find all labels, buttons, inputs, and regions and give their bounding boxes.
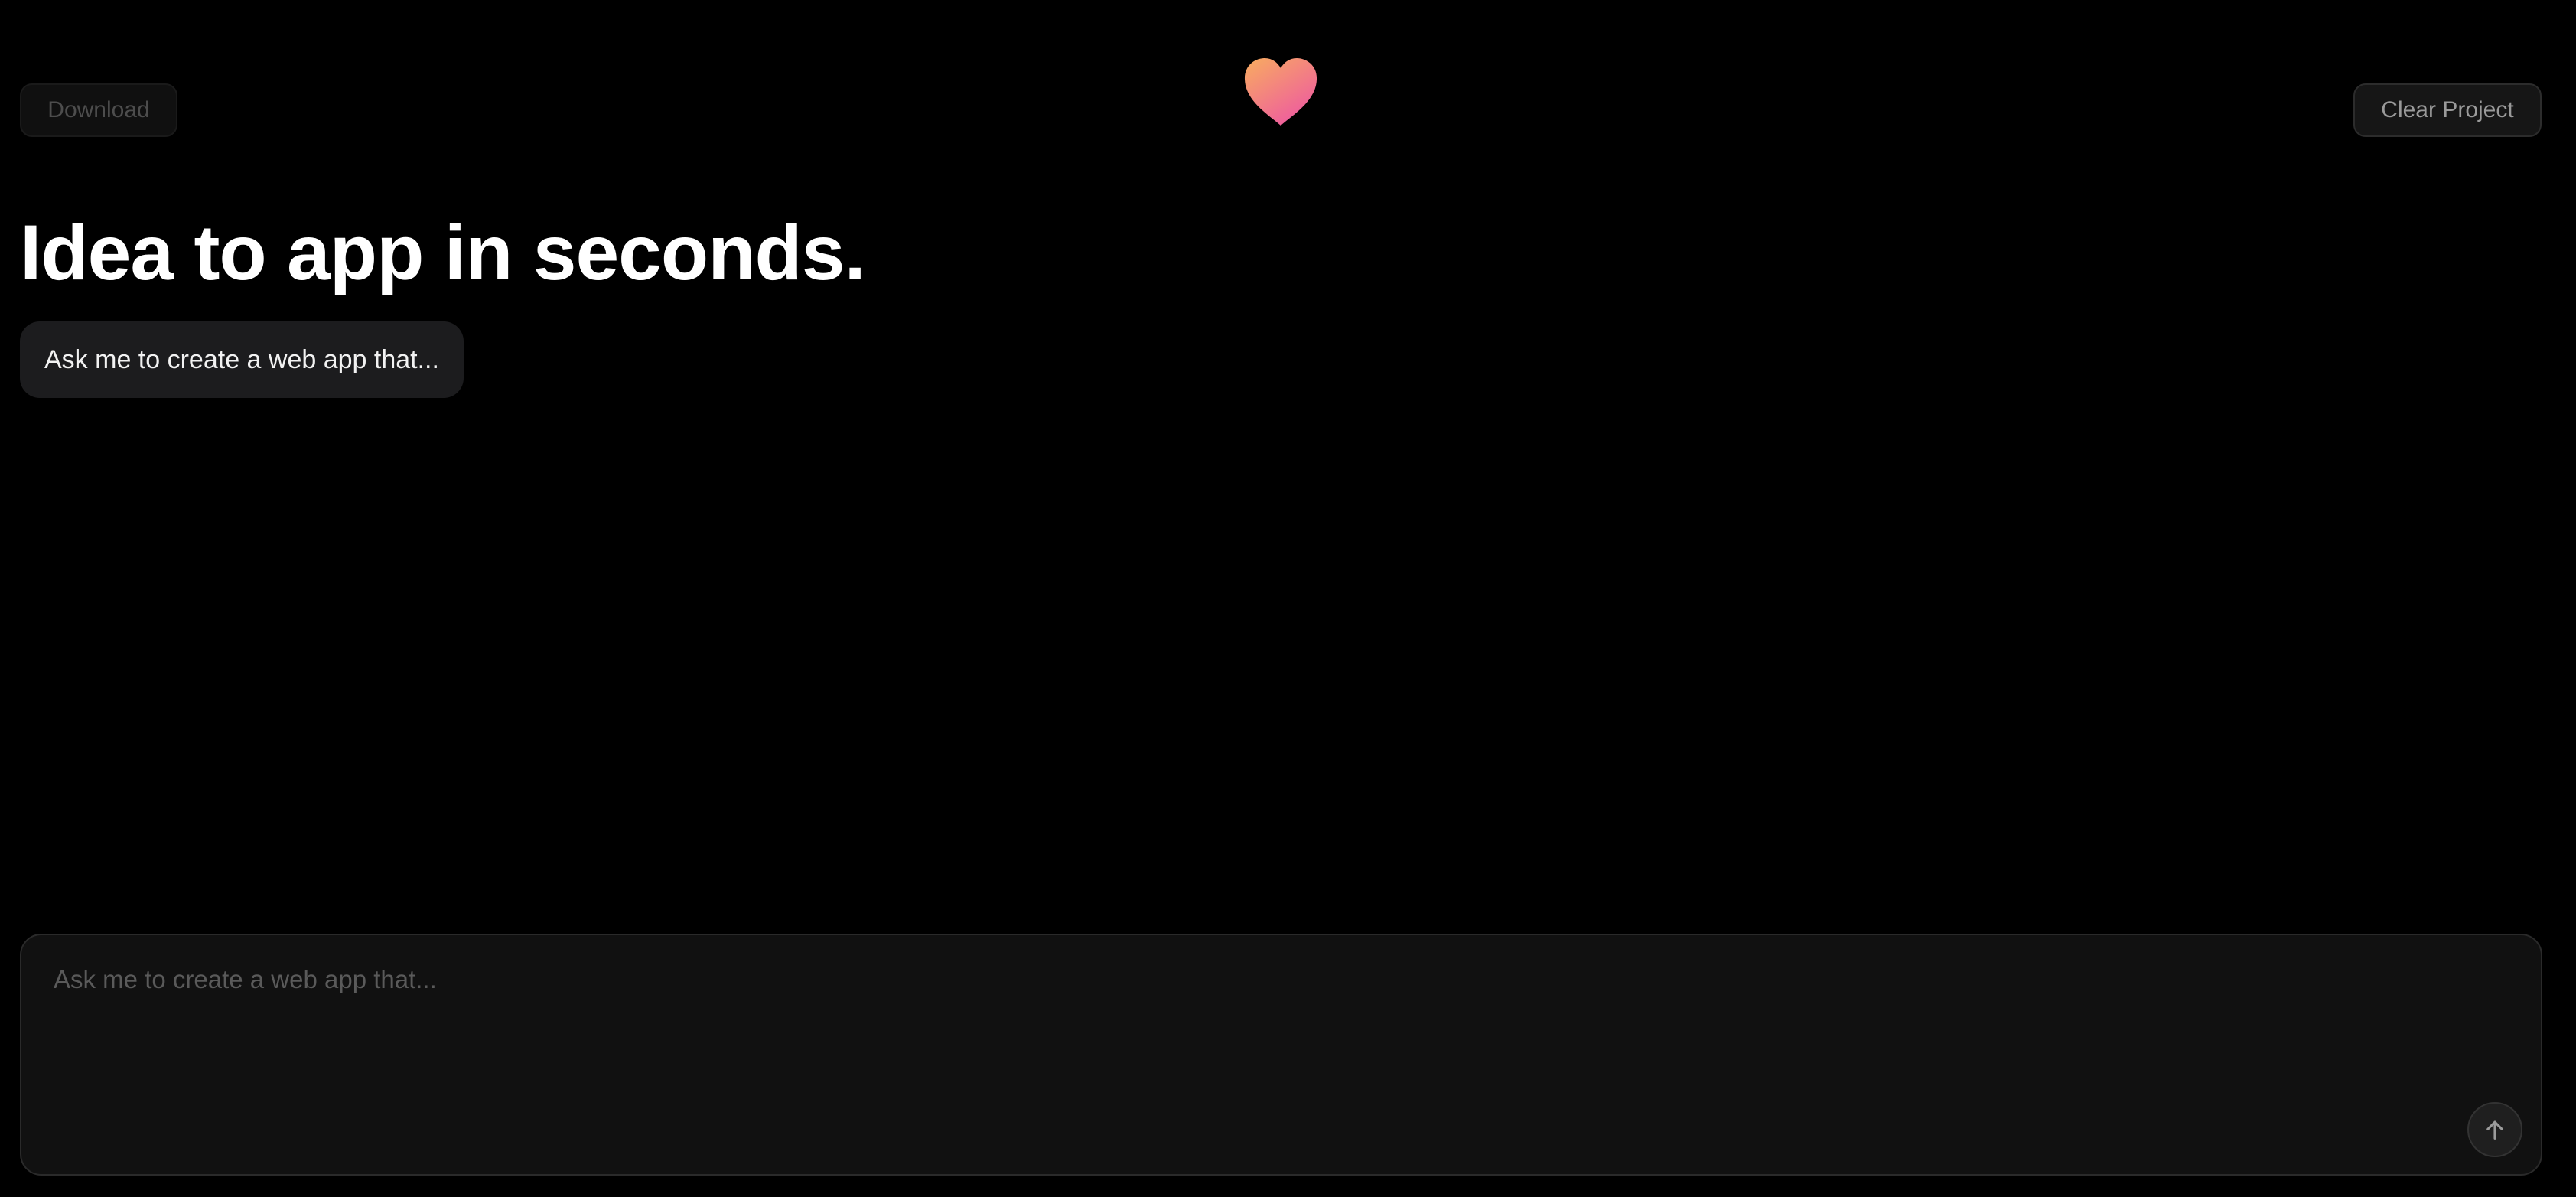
- clear-project-button[interactable]: Clear Project: [2353, 83, 2542, 137]
- prompt-composer: [20, 934, 2542, 1176]
- app-page: Download Clear Project Idea to app in se…: [0, 0, 2576, 1197]
- heart-icon: [1242, 57, 1319, 129]
- send-button[interactable]: [2467, 1102, 2522, 1157]
- prompt-input[interactable]: [52, 960, 2427, 1039]
- arrow-up-icon: [2486, 1120, 2503, 1140]
- page-title: Idea to app in seconds.: [20, 209, 866, 296]
- suggestion-chip[interactable]: Ask me to create a web app that...: [20, 321, 464, 398]
- download-button[interactable]: Download: [20, 83, 177, 137]
